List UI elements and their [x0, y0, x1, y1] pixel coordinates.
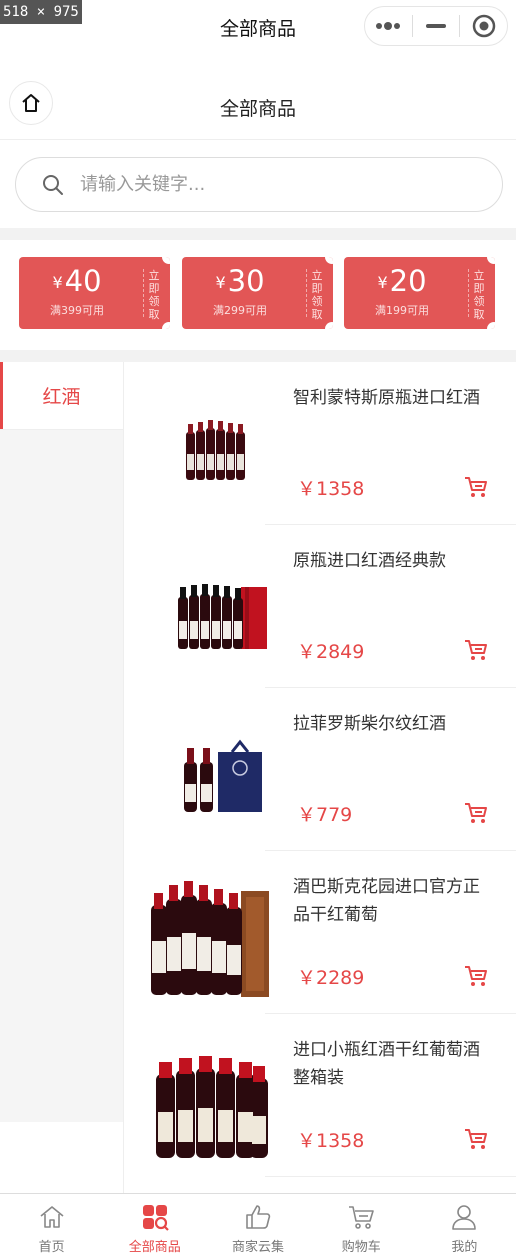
- add-to-cart-icon[interactable]: [464, 965, 488, 987]
- coupon-notch: [487, 257, 495, 264]
- tab-all-products[interactable]: 全部商品: [103, 1194, 206, 1259]
- row-divider: [265, 1176, 516, 1177]
- coupon-condition: 满199可用: [375, 304, 429, 317]
- minimize-button[interactable]: [413, 7, 460, 45]
- coupon-notch: [162, 322, 170, 329]
- product-name: 拉菲罗斯柴尔纹红酒: [293, 714, 446, 734]
- section-divider: [0, 350, 516, 362]
- product-price: ￥1358: [297, 478, 365, 500]
- product-item[interactable]: 酒巴斯克花园进口官方正品干红葡萄 ￥2289: [124, 851, 516, 1014]
- capsule-menu: [364, 6, 508, 46]
- tab-label: 购物车: [341, 1240, 381, 1255]
- coupon-card[interactable]: ¥30 满299可用 立即领取: [182, 257, 333, 329]
- search-icon: [43, 174, 63, 195]
- tab-label: 我的: [451, 1240, 478, 1255]
- coupon-notch: [325, 257, 333, 264]
- coupon-claim-button[interactable]: 立即领取: [148, 269, 160, 321]
- product-list: 智利蒙特斯原瓶进口红酒 ￥1358 原瓶进口红酒经典款 ￥2849 拉菲罗斯柴尔…: [123, 362, 516, 1193]
- coupon-notch: [487, 322, 495, 329]
- home-icon: [40, 1206, 64, 1228]
- coupon-notch: [325, 322, 333, 329]
- close-miniprogram-button[interactable]: [460, 7, 507, 45]
- product-item[interactable]: 原瓶进口红酒经典款 ￥2849: [124, 525, 516, 688]
- category-sidebar: 红酒: [0, 362, 123, 1193]
- add-to-cart-icon[interactable]: [464, 1128, 488, 1150]
- product-image: [186, 420, 245, 480]
- coupon-condition: 满399可用: [50, 304, 104, 317]
- product-price: ￥1358: [297, 1130, 365, 1152]
- search-input[interactable]: [80, 174, 460, 195]
- more-dots-icon: [376, 22, 401, 30]
- tab-label: 首页: [38, 1240, 65, 1255]
- coupon-divider: [468, 269, 469, 317]
- coupon-strip: ¥40 满399可用 立即领取 ¥30 满299可用 立即领取 ¥20 满199…: [0, 240, 516, 350]
- sidebar-bottom-area: [0, 1122, 123, 1193]
- product-price: ￥779: [297, 804, 353, 826]
- product-name: 智利蒙特斯原瓶进口红酒: [293, 388, 480, 408]
- tab-merchants[interactable]: 商家云集: [206, 1194, 309, 1259]
- coupon-amount: ¥40: [52, 264, 102, 298]
- search-bar[interactable]: [15, 157, 503, 212]
- product-image: [178, 584, 267, 649]
- coupon-notch: [162, 257, 170, 264]
- add-to-cart-icon[interactable]: [464, 639, 488, 661]
- tab-profile[interactable]: 我的: [413, 1194, 516, 1259]
- tab-label: 全部商品: [128, 1240, 181, 1255]
- more-options-button[interactable]: [365, 7, 412, 45]
- coupon-divider: [306, 269, 307, 317]
- coupon-amount: ¥20: [377, 264, 427, 298]
- sidebar-item-label: 红酒: [42, 386, 81, 408]
- coupon-card[interactable]: ¥20 满199可用 立即领取: [344, 257, 495, 329]
- category-icon: [142, 1205, 169, 1231]
- cart-icon: [349, 1206, 375, 1229]
- bottom-tab-bar: 首页 全部商品 商家云集 购物车 我的: [0, 1193, 516, 1259]
- coupon-claim-button[interactable]: 立即领取: [311, 269, 323, 321]
- product-price: ￥2849: [297, 641, 365, 663]
- coupon-condition: 满299可用: [213, 304, 267, 317]
- thumbs-up-icon: [246, 1205, 271, 1229]
- product-image: [184, 739, 262, 812]
- product-name: 原瓶进口红酒经典款: [293, 551, 446, 571]
- page-title: 全部商品: [219, 98, 296, 120]
- coupon-amount: ¥30: [215, 264, 265, 298]
- product-name: 进口小瓶红酒干红葡萄酒整箱装: [293, 1040, 480, 1088]
- product-name: 酒巴斯克花园进口官方正品干红葡萄: [293, 877, 480, 925]
- product-image: [156, 1056, 268, 1158]
- product-item[interactable]: 拉菲罗斯柴尔纹红酒 ￥779: [124, 688, 516, 851]
- section-divider: [0, 228, 516, 240]
- add-to-cart-icon[interactable]: [464, 802, 488, 824]
- minus-icon: [426, 24, 446, 28]
- coupon-card[interactable]: ¥40 满399可用 立即领取: [19, 257, 170, 329]
- user-icon: [452, 1205, 477, 1230]
- coupon-claim-button[interactable]: 立即领取: [473, 269, 485, 321]
- tab-label: 商家云集: [232, 1240, 285, 1255]
- dimension-badge: 518 × 975: [0, 0, 82, 24]
- add-to-cart-icon[interactable]: [464, 476, 488, 498]
- sidebar-item-red-wine[interactable]: 红酒: [0, 362, 123, 430]
- product-item[interactable]: 进口小瓶红酒干红葡萄酒整箱装 ￥1358: [124, 1014, 516, 1177]
- coupon-divider: [143, 269, 144, 317]
- product-image: [151, 881, 269, 997]
- tab-home[interactable]: 首页: [0, 1194, 103, 1259]
- product-price: ￥2289: [297, 967, 365, 989]
- page-header: 全部商品: [0, 74, 516, 140]
- target-circle-icon: [472, 14, 495, 38]
- page: 全部商品 518 × 975 全部商品 请输入关键字... ¥40 满399可用…: [0, 0, 516, 1259]
- tab-cart[interactable]: 购物车: [310, 1194, 413, 1259]
- product-item[interactable]: 智利蒙特斯原瓶进口红酒 ￥1358: [124, 362, 516, 525]
